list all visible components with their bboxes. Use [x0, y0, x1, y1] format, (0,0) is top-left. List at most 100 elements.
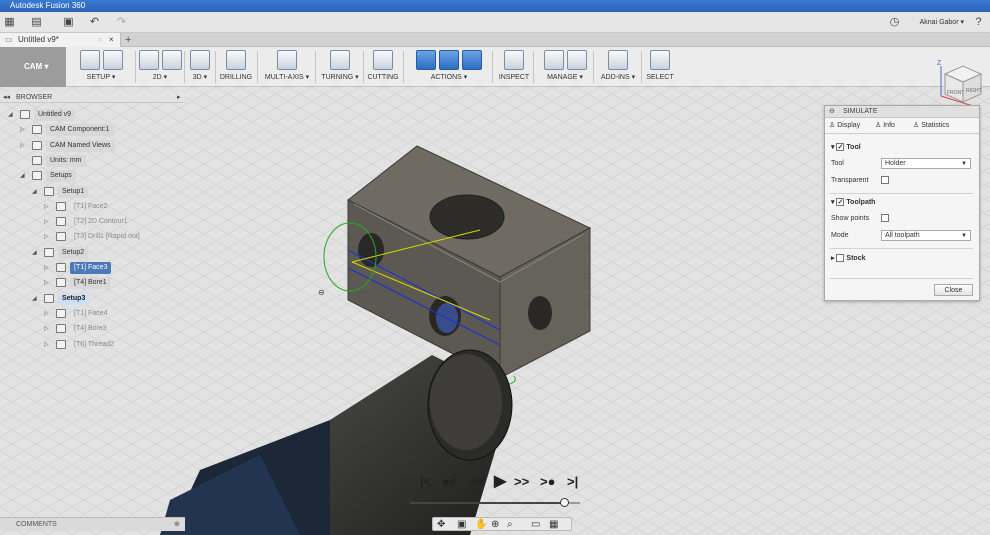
grid-settings-icon[interactable]: ▦	[549, 518, 558, 531]
pan-icon[interactable]: ✋	[475, 518, 487, 531]
toolpath-section-header[interactable]: ▾ ✓ Toolpath	[831, 198, 875, 207]
user-menu[interactable]: Aknai Gabor ▾	[920, 18, 964, 26]
ribbon-tool-icon[interactable]	[138, 50, 159, 70]
tab-display[interactable]: ♙ Display	[829, 121, 860, 129]
comments-panel[interactable]: COMMENTS ⊕	[0, 517, 185, 531]
tool-select[interactable]: Holder ▼	[881, 158, 971, 169]
ribbon-tool-icon[interactable]	[566, 50, 587, 70]
ribbon-tool-icon[interactable]	[226, 50, 246, 70]
browser-node[interactable]: ▷ [T4] Bore3	[0, 323, 185, 335]
browser-node[interactable]: ◢ Setup2	[0, 246, 185, 259]
ribbon-tool-icon[interactable]	[543, 50, 564, 70]
ribbon-group[interactable]: 2D ▾	[137, 47, 183, 87]
add-comment-icon[interactable]: ⊕	[174, 518, 180, 532]
step-back-icon[interactable]: ●<	[442, 474, 457, 489]
display-settings-icon[interactable]: ▭	[531, 518, 540, 531]
ribbon-group-label[interactable]: SETUP ▾	[68, 73, 134, 83]
expand-arrow-icon[interactable]: ▷	[44, 216, 49, 228]
undo-icon[interactable]: ↶	[88, 16, 101, 29]
skip-to-start-icon[interactable]: |<	[420, 474, 431, 489]
browser-node[interactable]: ◢ Setup1	[0, 185, 185, 198]
ribbon-group[interactable]: CUTTING	[364, 47, 402, 87]
ribbon-tool-icon[interactable]	[608, 50, 628, 70]
playback-slider-handle[interactable]	[559, 498, 569, 507]
mode-select[interactable]: All toolpath ▼	[881, 230, 971, 241]
orbit-icon[interactable]: ✥	[437, 518, 445, 531]
browser-node[interactable]: ▷ [T3] Drill1 [Rapid out]	[0, 231, 185, 243]
expand-arrow-icon[interactable]: ▷	[44, 277, 49, 289]
ribbon-group-label[interactable]: 2D ▾	[137, 73, 183, 83]
browser-node[interactable]: ▷ [T1] Face4	[0, 308, 185, 320]
tab-info[interactable]: ♙ Info	[875, 121, 895, 129]
expand-arrow-icon[interactable]: ▷	[44, 201, 49, 213]
browser-node[interactable]: ▷ CAM Named Views	[0, 139, 185, 152]
ribbon-tool-icon[interactable]	[330, 50, 350, 70]
view-cube[interactable]: Z FRONT RIGHT	[933, 60, 983, 108]
expand-arrow-icon[interactable]: ▷	[44, 339, 49, 351]
browser-node[interactable]: ▷ [T1] Face3	[0, 262, 185, 274]
ribbon-tool-icon[interactable]	[277, 50, 297, 70]
expand-arrow-icon[interactable]: ▷	[44, 308, 49, 320]
ribbon-tool-icon[interactable]	[79, 50, 100, 70]
ribbon-group-label[interactable]: DRILLING	[216, 73, 256, 83]
ribbon-group[interactable]: SETUP ▾	[68, 47, 134, 87]
document-tab[interactable]: ▭ Untitled v9* ○ ×	[0, 33, 121, 47]
browser-header[interactable]: ◂◂ BROWSER ▸	[0, 92, 185, 103]
ribbon-group[interactable]: MULTI-AXIS ▾	[260, 47, 314, 87]
expand-arrow-icon[interactable]: ▷	[20, 124, 25, 136]
expand-arrow-icon[interactable]: ▷	[20, 140, 25, 152]
ribbon-group-label[interactable]: ACTIONS ▾	[407, 73, 491, 83]
tab-statistics[interactable]: ♙ Statistics	[913, 121, 949, 129]
zoom-icon[interactable]: ⊕	[491, 518, 499, 531]
ribbon-group[interactable]: 3D ▾	[186, 47, 214, 87]
redo-icon[interactable]: ↷	[115, 16, 128, 29]
simulate-header[interactable]: ⊖ SIMULATE	[825, 106, 979, 118]
ribbon-group[interactable]: TURNING ▾	[318, 47, 362, 87]
ribbon-group-label[interactable]: TURNING ▾	[318, 73, 362, 83]
ribbon-group-label[interactable]: 3D ▾	[186, 73, 214, 83]
ribbon-group[interactable]: ADD-INS ▾	[596, 47, 640, 87]
ribbon-tool-icon[interactable]	[462, 50, 482, 70]
browser-node[interactable]: ▷ [T4] Bore1	[0, 277, 185, 290]
viewcube-right-face[interactable]: RIGHT	[966, 88, 982, 94]
collapse-arrow-icon[interactable]: ◢	[32, 247, 37, 259]
ribbon-group-label[interactable]: ADD-INS ▾	[596, 73, 640, 83]
dialog-collapse-icon[interactable]: ⊖	[829, 106, 835, 118]
browser-node[interactable]: Units: mm	[0, 154, 185, 167]
browser-node[interactable]: ◢ Untitled v9	[0, 109, 185, 121]
ribbon-tool-icon[interactable]	[373, 50, 393, 70]
play-icon[interactable]: ▶	[494, 471, 506, 491]
ribbon-group[interactable]: DRILLING	[216, 47, 256, 87]
browser-node[interactable]: ◢ Setups	[0, 170, 185, 183]
browser-node[interactable]: ▷ [T1] Face2	[0, 201, 185, 213]
tool-checkbox[interactable]: ✓	[836, 143, 845, 152]
collapse-arrow-icon[interactable]: ◢	[32, 186, 37, 198]
browser-node[interactable]: ▷ [T6] Thread2	[0, 339, 185, 351]
ribbon-group-label[interactable]: SELECT	[644, 73, 676, 83]
collapse-arrow-icon[interactable]: ◢	[8, 109, 13, 121]
collapse-icon[interactable]: ◂◂	[3, 92, 10, 103]
add-tab-icon[interactable]: +	[125, 33, 131, 47]
collapse-arrow-icon[interactable]: ◢	[32, 293, 37, 305]
look-at-icon[interactable]: ▣	[457, 518, 466, 531]
toolpath-checkbox[interactable]: ✓	[836, 198, 845, 207]
ribbon-tool-icon[interactable]	[102, 50, 123, 70]
job-status-icon[interactable]: ◷	[888, 16, 901, 29]
browser-node[interactable]: ▷ CAM Component:1	[0, 124, 185, 137]
collapse-arrow-icon[interactable]: ◢	[20, 170, 25, 182]
transparent-checkbox[interactable]	[881, 176, 889, 184]
close-tab-icon[interactable]: ×	[109, 33, 114, 47]
ribbon-group-label[interactable]: MANAGE ▾	[538, 73, 592, 83]
stock-section-header[interactable]: ▸ Stock	[831, 254, 865, 263]
skip-to-end-icon[interactable]: >|	[567, 474, 578, 489]
ribbon-tool-icon[interactable]	[650, 50, 670, 70]
rewind-icon[interactable]: <<	[470, 474, 485, 489]
browser-node[interactable]: ▷ [T2] 2D Contour1	[0, 216, 185, 228]
step-forward-icon[interactable]: >●	[540, 474, 555, 489]
tool-section-header[interactable]: ▾ ✓ Tool	[831, 143, 861, 152]
ribbon-group[interactable]: MANAGE ▾	[538, 47, 592, 87]
file-menu-icon[interactable]: ▤	[30, 16, 43, 29]
ribbon-group[interactable]: INSPECT	[496, 47, 532, 87]
ribbon-tool-icon[interactable]	[161, 50, 182, 70]
fast-forward-icon[interactable]: >>	[514, 474, 529, 489]
